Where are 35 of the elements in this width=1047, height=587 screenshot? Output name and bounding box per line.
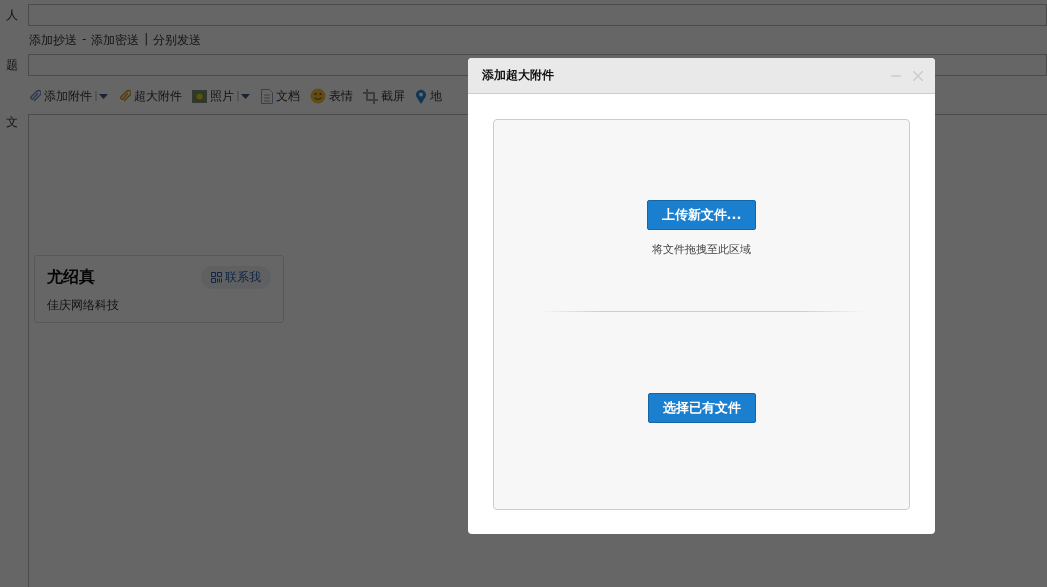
company-name: 佳庆网络科技	[47, 297, 120, 314]
crop-icon	[363, 88, 378, 104]
recipient-field[interactable]	[28, 4, 1047, 26]
toolbar-button[interactable]: 照片	[210, 87, 234, 105]
document-icon	[261, 88, 273, 104]
paperclip-icon	[119, 89, 131, 103]
link[interactable]: 添加抄送	[29, 31, 77, 49]
contact-button[interactable]: 联系我	[201, 266, 271, 289]
choose-file-button[interactable]: 选择已有文件	[647, 393, 756, 423]
link[interactable]: 添加密送	[91, 31, 140, 49]
photo-icon	[192, 89, 207, 103]
toolbar-button[interactable]: 地	[430, 87, 442, 105]
contact-name: 尤绍真	[47, 267, 95, 288]
toolbar-button[interactable]: 文档	[276, 87, 300, 105]
drop-hint: 将文件拖拽至此区域	[652, 242, 751, 257]
field-label: 题	[6, 57, 18, 72]
caret-icon[interactable]	[95, 91, 109, 101]
link[interactable]: 分别发送	[153, 31, 202, 49]
drop-zone[interactable]: 上传新文件... 将文件拖拽至此区域 选择已有文件	[493, 119, 910, 510]
upload-button[interactable]: 上传新文件...	[646, 200, 757, 230]
toolbar-button[interactable]: 添加附件	[44, 87, 92, 105]
location-pin-icon	[415, 88, 427, 104]
toolbar-button[interactable]: 超大附件	[134, 87, 182, 105]
field-label: 人	[6, 7, 18, 22]
toolbar-button[interactable]: 截屏	[381, 87, 405, 105]
field-label: 文	[6, 115, 18, 129]
close-icon[interactable]	[913, 70, 923, 81]
separator: -	[82, 31, 87, 48]
toolbar-button[interactable]: 表情	[329, 87, 353, 105]
paperclip-icon	[29, 89, 41, 103]
smiley-icon	[310, 88, 326, 104]
separator: |	[144, 31, 149, 48]
qr-icon	[211, 272, 222, 283]
caret-icon[interactable]	[237, 91, 251, 101]
dialog-title: 添加超大附件	[482, 67, 555, 84]
